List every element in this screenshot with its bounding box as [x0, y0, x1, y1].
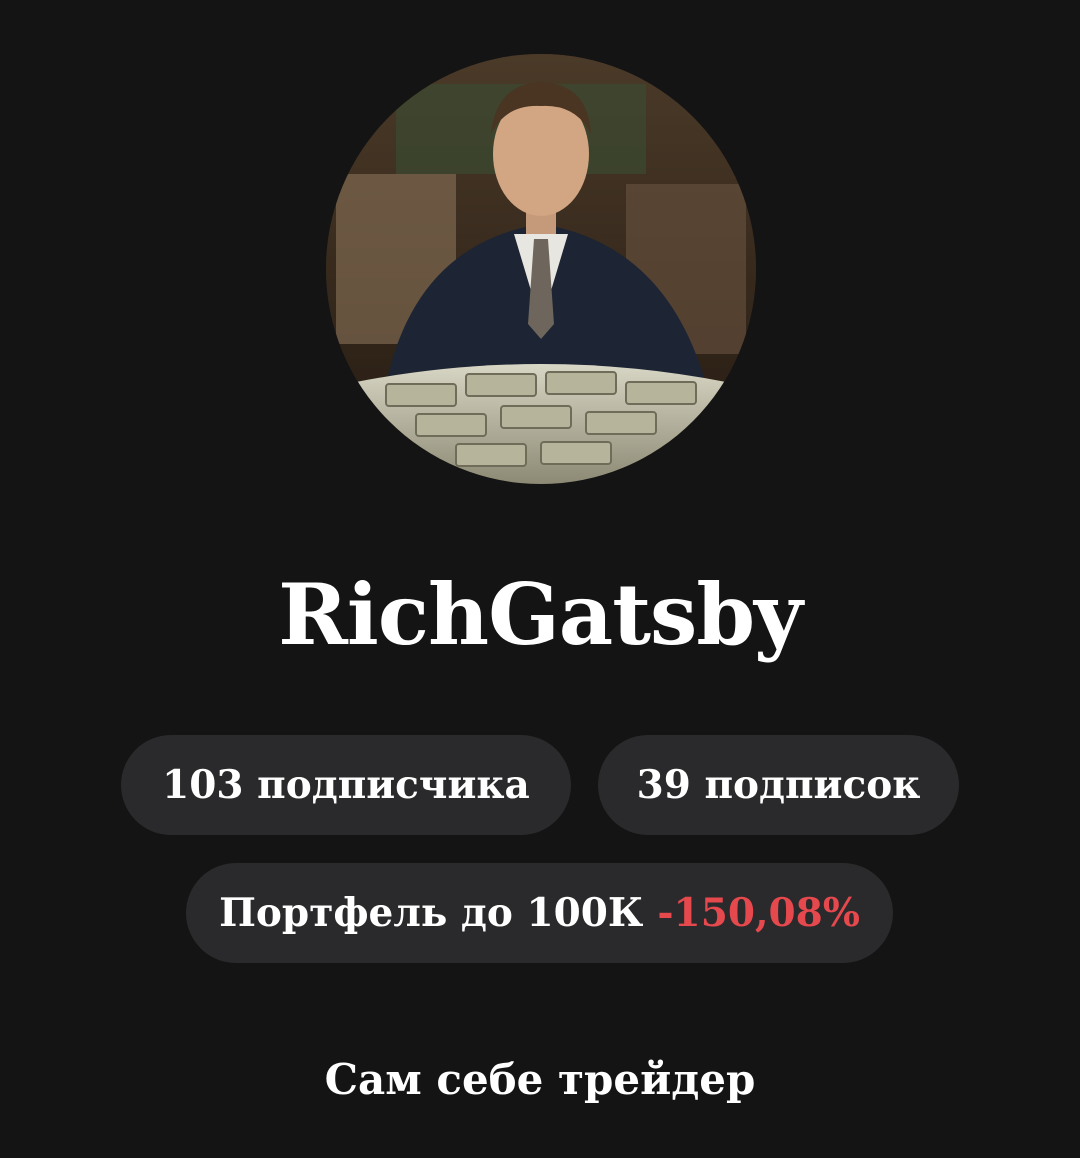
following-label: 39 подписок	[636, 762, 921, 808]
profile-photo	[326, 54, 756, 484]
followers-label: 103 подписчика	[162, 762, 530, 808]
portfolio-label: Портфель до 100К	[219, 890, 644, 936]
username: RichGatsby	[278, 565, 803, 664]
profile-bio: Сам себе трейдер	[324, 1055, 756, 1104]
followers-button[interactable]: 103 подписчика	[121, 735, 571, 835]
following-button[interactable]: 39 подписок	[598, 735, 959, 835]
avatar[interactable]	[326, 54, 756, 484]
portfolio-change: -150,08%	[657, 890, 860, 936]
portfolio-button[interactable]: Портфель до 100К -150,08%	[186, 863, 893, 963]
